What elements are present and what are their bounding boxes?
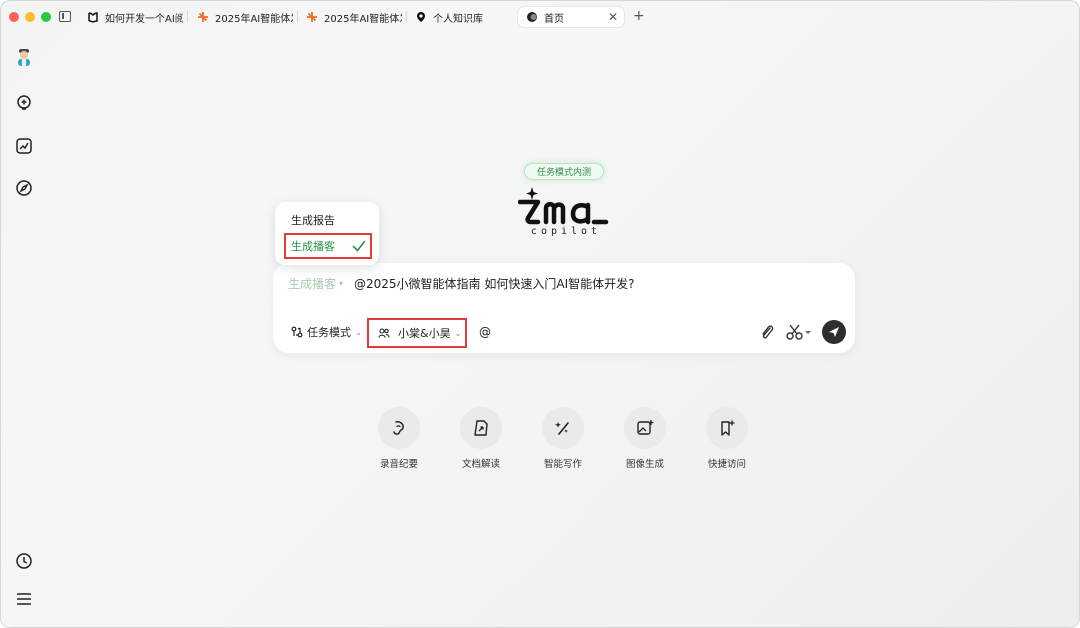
compass-icon[interactable] [14,178,34,198]
tab-4[interactable]: 个人知识库 [415,7,511,27]
avatar[interactable] [14,48,34,68]
tab-home[interactable]: 首页 ✕ [518,7,624,27]
chevron-down-icon: ⌄ [355,327,362,337]
dropdown-item-podcast[interactable]: 生成播客 [284,233,372,259]
tab-divider [297,11,298,23]
tab-label: 如何开发一个AI阅 [105,13,183,25]
quick-action-circle[interactable] [460,407,502,449]
ima-icon [526,11,538,23]
output-mode-select[interactable]: 生成播客 ▾ [288,275,343,292]
tab-divider [406,11,407,23]
voice-select[interactable]: 小棠&小昊 ⌄ [367,318,467,348]
title-bar: 如何开发一个AI阅 2025年AI智能体发 2025年AI智能体发 个人知识库 [1,1,1079,33]
tab-3[interactable]: 2025年AI智能体发 [306,7,402,27]
chevron-down-icon: ▾ [339,279,344,288]
history-icon[interactable] [14,551,34,571]
notes-icon[interactable] [14,136,34,156]
sidebar-toggle-icon[interactable] [59,11,71,22]
mention-button[interactable]: @ [475,322,495,342]
minimize-window-button[interactable] [25,12,35,22]
send-button[interactable] [822,320,846,344]
bookmark-icon [721,420,735,436]
new-tab-button[interactable]: + [633,8,645,24]
spark-icon [197,11,209,23]
quick-action-bookmark[interactable]: 快捷访问 [697,407,757,470]
book-icon [87,11,99,23]
spark-icon [306,11,318,23]
dropdown-item-label: 生成播客 [291,240,335,253]
lightbulb-plus-icon[interactable] [14,93,34,113]
app-window: 如何开发一个AI阅 2025年AI智能体发 2025年AI智能体发 个人知识库 [0,0,1080,628]
magic-pen-icon [555,422,569,435]
checkmark-icon [352,240,366,252]
quick-action-writing[interactable]: 智能写作 [533,407,593,470]
task-mode-label: 任务模式 [307,326,351,339]
close-window-button[interactable] [9,12,19,22]
chevron-down-icon: ⌄ [454,328,462,338]
quick-action-label: 文档解读 [461,459,500,470]
location-icon [415,11,427,23]
quick-action-circle[interactable] [542,407,584,449]
tab-1[interactable]: 如何开发一个AI阅 [87,7,183,27]
logo-subtitle: copilot [530,226,602,237]
prompt-input[interactable]: @2025小微智能体指南 如何快速入门AI智能体开发? [354,275,634,292]
maximize-window-button[interactable] [41,12,51,22]
quick-action-image[interactable]: 图像生成 [615,407,675,470]
task-mode-icon [291,326,303,338]
tab-divider [187,11,188,23]
quick-action-circle[interactable] [378,407,420,449]
quick-action-label: 智能写作 [543,459,582,470]
quick-action-label: 图像生成 [625,459,664,470]
close-icon[interactable]: ✕ [608,10,618,24]
image-icon [637,420,654,435]
people-icon [378,328,390,338]
quick-action-document[interactable]: 文档解读 [451,407,511,470]
beta-badge: 任务模式内测 [524,163,604,180]
dropdown-item-report[interactable]: 生成报告 [291,212,335,228]
tab-2[interactable]: 2025年AI智能体发 [197,7,293,27]
quick-action-label: 快捷访问 [707,459,746,470]
quick-action-circle[interactable] [624,407,666,449]
output-mode-label: 生成播客 [288,277,337,291]
tab-label: 个人知识库 [433,13,483,25]
tab-label: 2025年AI智能体发 [324,13,402,25]
voice-label: 小棠&小昊 [398,327,451,340]
send-icon [829,327,839,337]
quick-action-circle[interactable] [706,407,748,449]
quick-action-label: 录音纪要 [379,459,418,470]
scissors-icon[interactable] [785,322,813,342]
document-icon [474,420,488,436]
tab-label: 2025年AI智能体发 [215,13,293,25]
mic-icon [393,421,404,435]
tab-label: 首页 [544,13,564,25]
task-mode-button[interactable]: 任务模式 ⌄ [283,320,370,344]
menu-icon[interactable] [14,589,34,609]
paperclip-icon[interactable] [758,322,776,342]
quick-action-recording[interactable]: 录音纪要 [369,407,429,470]
